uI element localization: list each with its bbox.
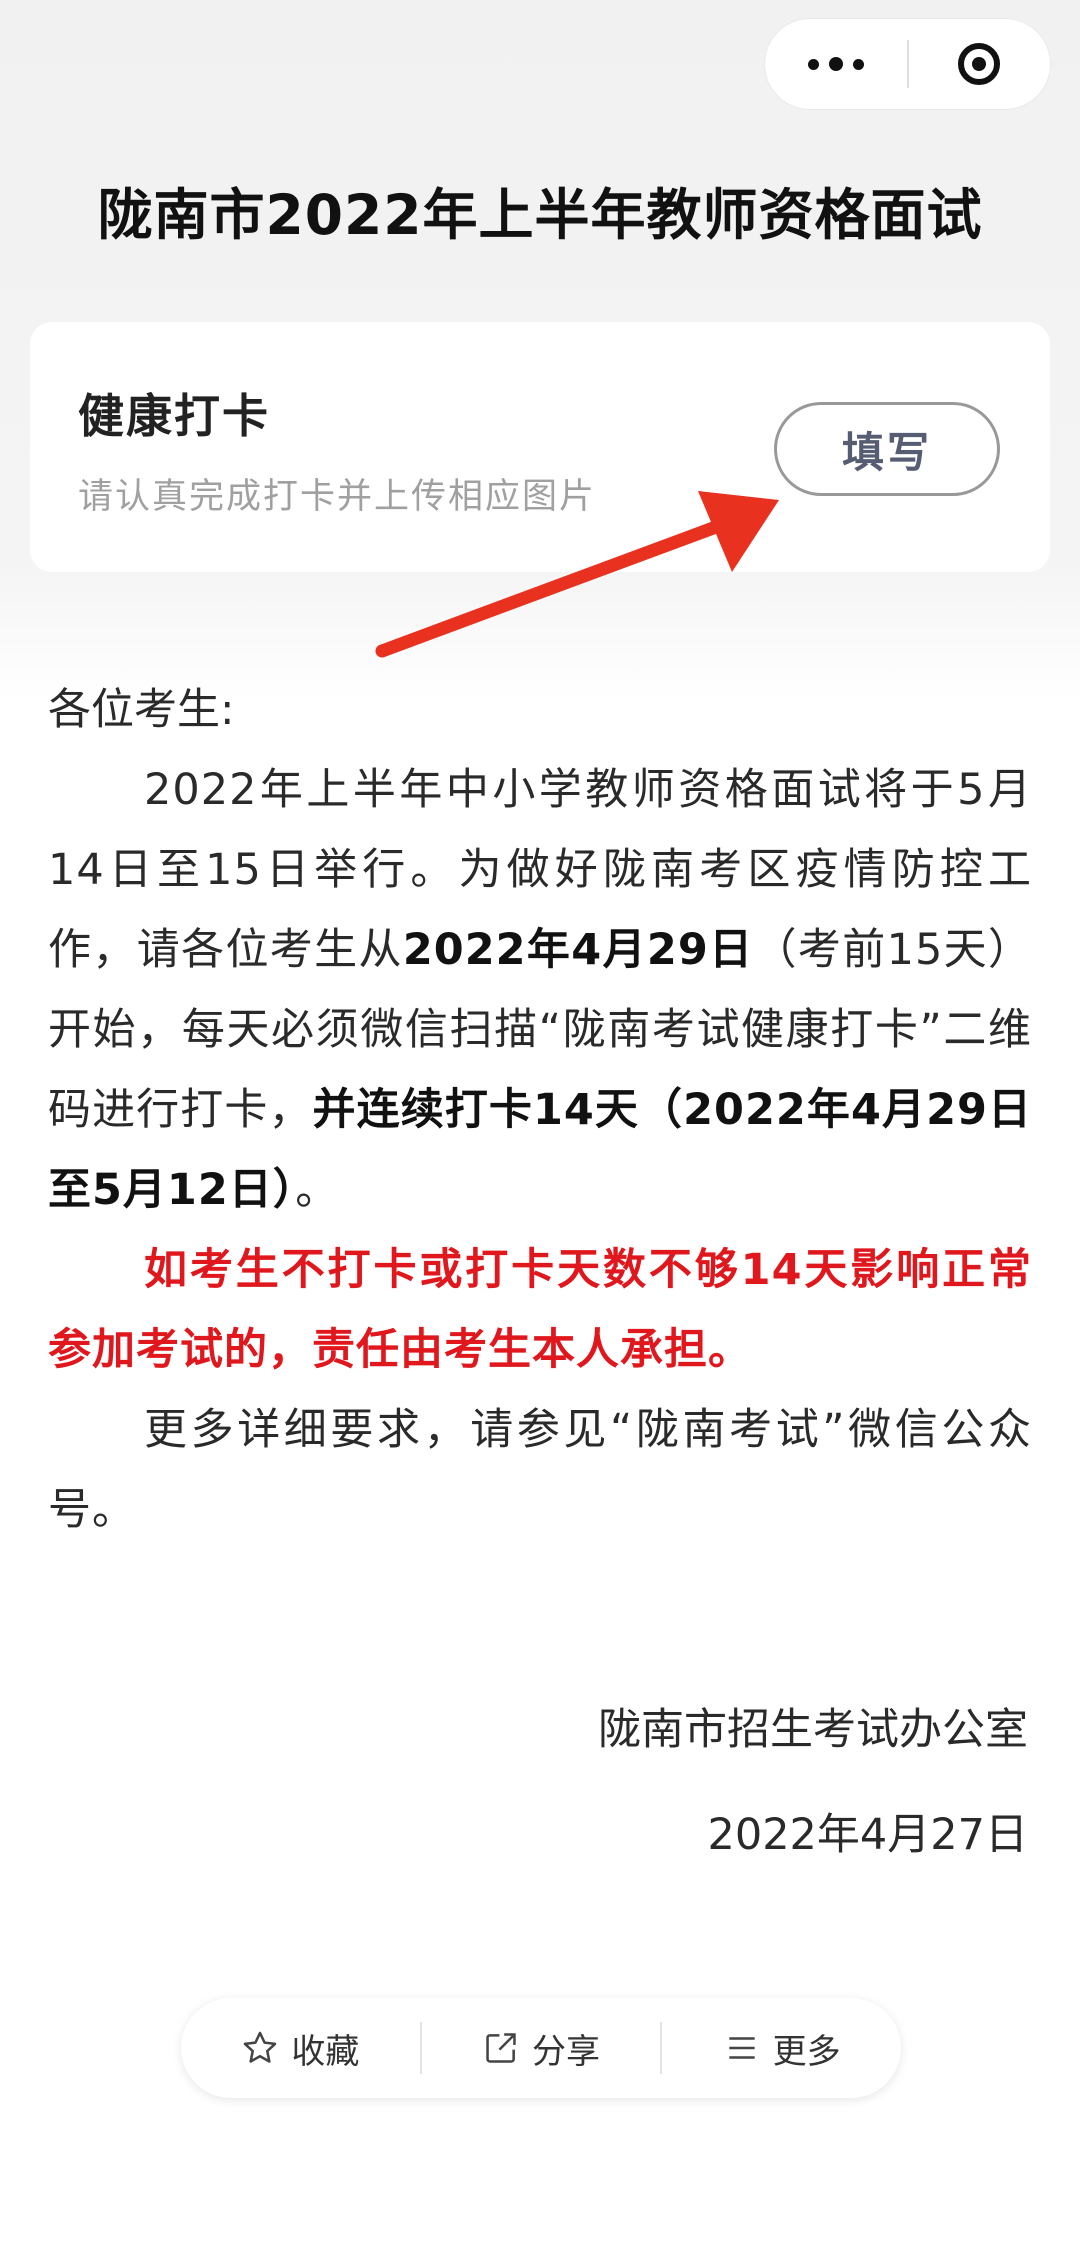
share-icon	[486, 2033, 516, 2063]
card-title: 健康打卡	[78, 389, 270, 443]
signature: 陇南市招生考试办公室	[598, 1705, 1028, 1755]
more-label: 更多	[772, 2031, 841, 2072]
warning-paragraph: 如考生不打卡或打卡天数不够14天影响正常参加考试的，责任由考生本人承担。	[48, 1245, 1032, 1375]
notice-paragraph-3: 更多详细要求，请参见“陇南考试”微信公众号。	[48, 1405, 1032, 1535]
bottom-action-bar: 收藏 分享 更多	[181, 1998, 901, 2098]
fill-in-button[interactable]: 填写	[774, 402, 1000, 496]
health-checkin-card: 健康打卡 请认真完成打卡并上传相应图片 填写	[30, 322, 1050, 572]
more-menu-button[interactable]	[765, 19, 907, 109]
close-miniprogram-button[interactable]	[909, 19, 1051, 109]
share-label: 分享	[532, 2031, 600, 2072]
share-button[interactable]: 分享	[422, 1998, 661, 2098]
close-target-icon	[958, 43, 1001, 85]
p1-bold-date: 2022年4月29日	[402, 925, 754, 975]
notice-body: 各位考生: 2022年上半年中小学教师资格面试将于5月14日至15日举行。为做好…	[48, 670, 1032, 1550]
page-title: 陇南市2022年上半年教师资格面试	[97, 183, 983, 247]
greeting: 各位考生:	[48, 685, 235, 735]
notice-date: 2022年4月27日	[707, 1810, 1028, 1860]
more-button[interactable]: 更多	[662, 1998, 901, 2098]
p1-text-3: 。	[295, 1165, 340, 1215]
favorite-label: 收藏	[291, 2031, 360, 2072]
more-dots-icon	[807, 57, 864, 71]
notice-paragraph-1: 2022年上半年中小学教师资格面试将于5月14日至15日举行。为做好陇南考区疫情…	[48, 750, 1032, 1230]
miniprogram-capsule	[764, 18, 1051, 110]
favorite-button[interactable]: 收藏	[181, 1998, 420, 2098]
star-icon	[244, 2031, 277, 2063]
menu-icon	[729, 2037, 755, 2059]
card-subtitle: 请认真完成打卡并上传相应图片	[78, 477, 597, 517]
